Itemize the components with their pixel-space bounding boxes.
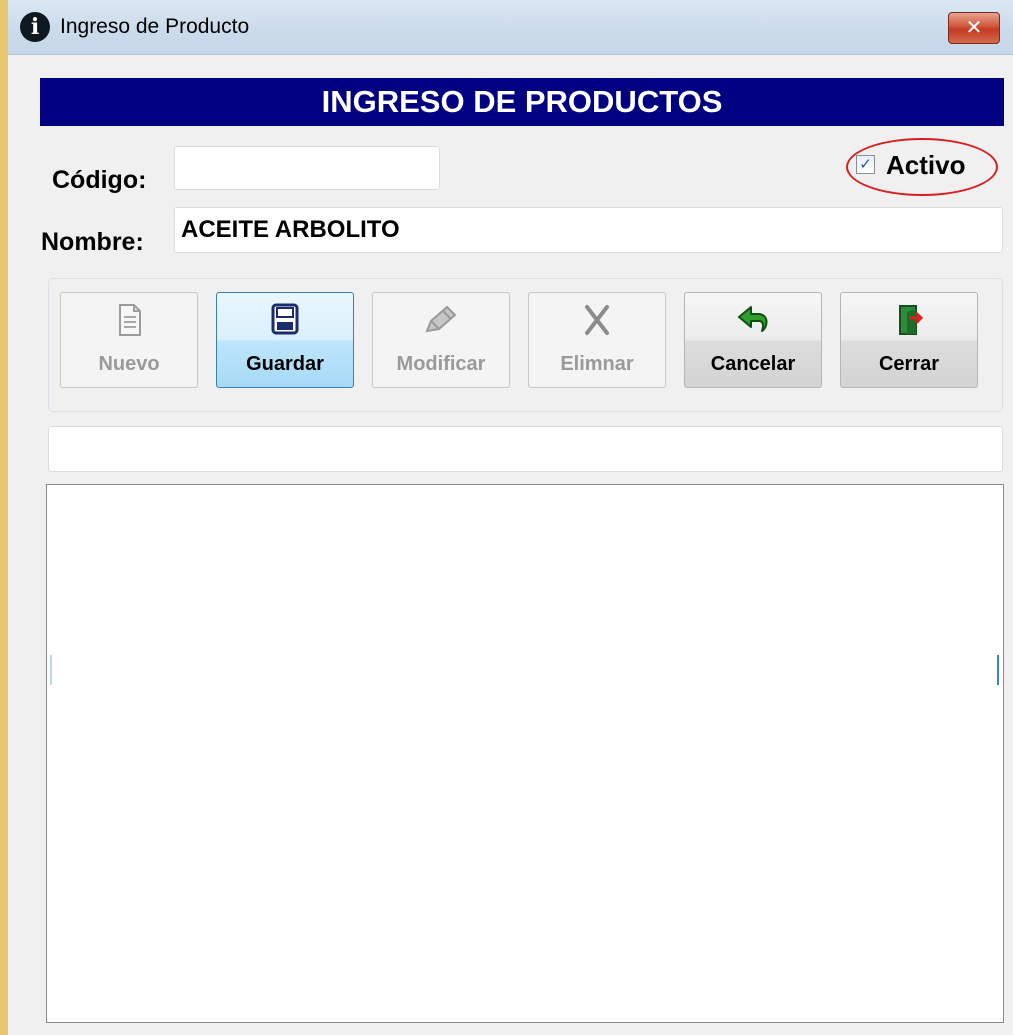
guardar-button-label: Guardar — [246, 353, 324, 375]
floppy-disk-icon — [271, 303, 299, 335]
cerrar-button[interactable]: Cerrar — [840, 292, 978, 388]
eliminar-button-label: Elimnar — [560, 353, 634, 375]
title-bar[interactable]: i Ingreso de Producto ✕ — [8, 0, 1013, 55]
window-title: Ingreso de Producto — [60, 15, 250, 38]
product-entry-window: i Ingreso de Producto ✕ INGRESO DE PRODU… — [0, 0, 1013, 1035]
close-icon: ✕ — [965, 17, 983, 39]
codigo-input[interactable] — [174, 146, 440, 190]
modificar-button-label: Modificar — [396, 353, 486, 375]
nuevo-button[interactable]: Nuevo — [60, 292, 198, 388]
modificar-button[interactable]: Modificar — [372, 292, 510, 388]
cancelar-button[interactable]: Cancelar — [684, 292, 822, 388]
exit-door-icon — [899, 305, 924, 335]
status-bar — [48, 426, 1003, 472]
grid-edge-mark-right — [997, 655, 999, 685]
highlight-annotation — [846, 138, 998, 196]
nuevo-button-label: Nuevo — [98, 353, 160, 375]
document-icon — [119, 304, 141, 336]
cerrar-button-label: Cerrar — [878, 353, 940, 375]
nombre-input[interactable] — [174, 207, 1003, 253]
guardar-button[interactable]: Guardar — [216, 292, 354, 388]
form-header-banner: INGRESO DE PRODUCTOS — [40, 78, 1004, 126]
info-icon: i — [20, 12, 50, 42]
cancelar-button-label: Cancelar — [710, 353, 796, 375]
delete-x-icon — [585, 305, 609, 335]
pencil-icon — [425, 305, 457, 333]
nombre-label: Nombre: — [41, 228, 144, 256]
product-grid[interactable] — [46, 484, 1004, 1023]
action-toolbar: Nuevo Guardar Modificar Elimnar Cancelar… — [48, 278, 1003, 412]
codigo-label: Código: — [52, 166, 147, 194]
grid-edge-mark-left — [50, 655, 52, 685]
close-button[interactable]: ✕ — [948, 12, 1000, 44]
undo-arrow-icon — [738, 306, 768, 332]
eliminar-button[interactable]: Elimnar — [528, 292, 666, 388]
